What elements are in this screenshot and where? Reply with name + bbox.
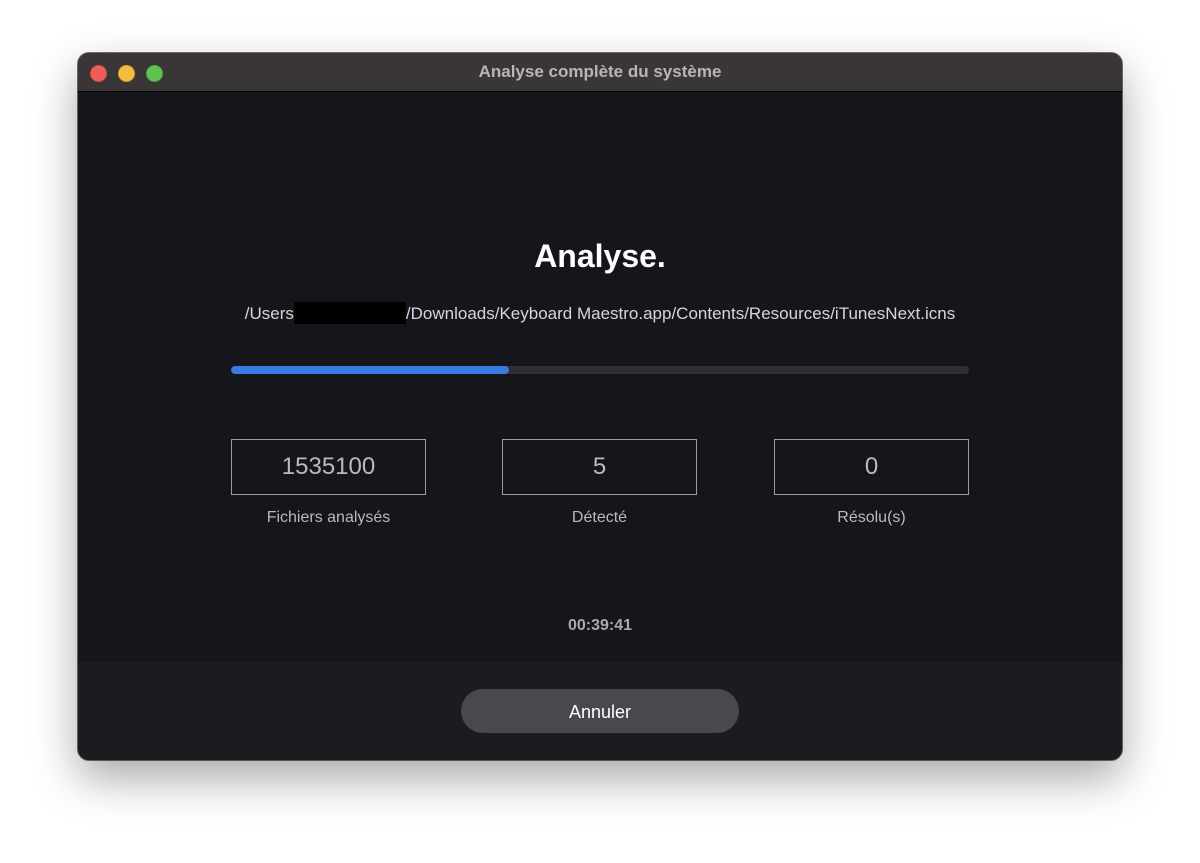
detected-counter: 5	[502, 439, 697, 495]
scan-heading-dot: .	[656, 238, 666, 274]
elapsed-timer: 00:39:41	[567, 617, 633, 634]
footer-bar: Annuler	[78, 662, 1122, 760]
resolved-counter: 0	[774, 439, 969, 495]
redacted-username	[293, 302, 406, 324]
detected-label: Détecté	[571, 509, 628, 526]
scan-heading: Analyse.	[78, 238, 1122, 275]
window-title: Analyse complète du système	[478, 62, 722, 81]
scan-progress-bar	[231, 366, 969, 374]
title-bar: Analyse complète du système	[78, 53, 1122, 92]
resolved-label: Résolu(s)	[837, 509, 906, 526]
scan-heading-text: Analyse	[534, 238, 657, 274]
cancel-button[interactable]: Annuler	[461, 689, 739, 733]
current-file-path: /Users/Downloads/Keyboard Maestro.app/Co…	[78, 302, 1122, 324]
scan-content: Analyse. /Users/Downloads/Keyboard Maest…	[78, 92, 1122, 662]
files-scanned-label: Fichiers analysés	[266, 509, 391, 526]
path-prefix: /Users	[244, 304, 294, 323]
scan-progress-fill	[231, 366, 510, 374]
scan-window: Analyse complète du système Analyse. /Us…	[78, 53, 1122, 760]
files-scanned-counter: 1535100	[231, 439, 426, 495]
path-suffix: /Downloads/Keyboard Maestro.app/Contents…	[405, 304, 956, 323]
